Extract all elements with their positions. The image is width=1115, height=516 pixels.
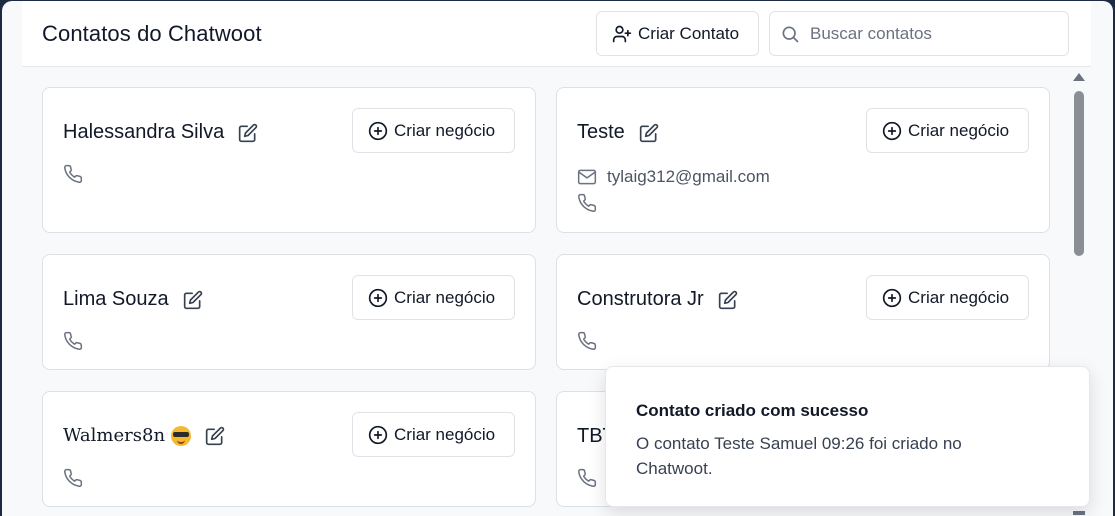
plus-circle-icon: [368, 288, 388, 308]
edit-icon[interactable]: [639, 123, 659, 143]
phone-icon: [577, 331, 597, 351]
create-deal-label: Criar negócio: [394, 424, 496, 444]
contact-name: Halessandra Silva: [63, 121, 225, 143]
contact-name: Construtora Jr: [577, 288, 704, 310]
contact-card: Lima Souza Criar negócio: [42, 254, 536, 370]
contact-name-row: Construtora Jr: [577, 288, 738, 311]
contact-card: Teste Criar negócio tylaig312@gmail.com: [556, 87, 1050, 233]
create-deal-label: Criar negócio: [394, 120, 496, 140]
phone-line: [577, 331, 597, 351]
contact-name-row: Teste: [577, 121, 659, 144]
contact-name-row: Walmers8n: [63, 425, 225, 446]
scroll-down-arrow[interactable]: [1073, 511, 1085, 515]
plus-circle-icon: [368, 425, 388, 445]
phone-line: [577, 468, 597, 488]
phone-line: [63, 164, 83, 184]
phone-icon: [63, 164, 83, 184]
edit-icon[interactable]: [205, 426, 225, 446]
create-deal-label: Criar negócio: [394, 287, 496, 307]
user-plus-icon: [612, 24, 632, 44]
create-deal-button[interactable]: Criar negócio: [866, 108, 1029, 153]
toast-title: Contato criado com sucesso: [636, 401, 869, 420]
phone-line: [577, 193, 597, 213]
edit-icon[interactable]: [183, 290, 203, 310]
phone-line: [63, 331, 83, 351]
edit-icon[interactable]: [718, 290, 738, 310]
contact-card: Construtora Jr Criar negócio: [556, 254, 1050, 370]
search-icon: [780, 24, 800, 44]
phone-line: [63, 468, 83, 488]
contact-card: Halessandra Silva Criar negócio: [42, 87, 536, 233]
create-deal-label: Criar negócio: [908, 120, 1010, 140]
phone-icon: [577, 468, 597, 488]
scrollbar-thumb[interactable]: [1074, 91, 1084, 256]
contact-card: Walmers8n Criar negócio: [42, 391, 536, 507]
create-deal-label: Criar negócio: [908, 287, 1010, 307]
page-title: Contatos do Chatwoot: [42, 21, 262, 46]
header: Contatos do Chatwoot Criar Contato: [22, 1, 1091, 67]
phone-icon: [63, 331, 83, 351]
create-deal-button[interactable]: Criar negócio: [352, 275, 515, 320]
phone-icon: [63, 468, 83, 488]
plus-circle-icon: [368, 121, 388, 141]
search-input[interactable]: [810, 23, 1050, 44]
plus-circle-icon: [882, 121, 902, 141]
create-deal-button[interactable]: Criar negócio: [352, 108, 515, 153]
search-box[interactable]: [769, 11, 1069, 56]
sunglasses-emoji-icon: [171, 425, 192, 446]
success-toast: Contato criado com sucesso O contato Tes…: [605, 366, 1090, 507]
create-contact-button[interactable]: Criar Contato: [596, 11, 759, 56]
email-line: tylaig312@gmail.com: [577, 167, 770, 187]
create-deal-button[interactable]: Criar negócio: [866, 275, 1029, 320]
scroll-up-arrow[interactable]: [1073, 73, 1085, 81]
create-contact-label: Criar Contato: [638, 23, 740, 43]
edit-icon[interactable]: [238, 123, 258, 143]
contact-email[interactable]: tylaig312@gmail.com: [607, 167, 770, 187]
contact-name-row: Lima Souza: [63, 288, 203, 311]
contact-name: Walmers8n: [63, 425, 166, 446]
mail-icon: [577, 167, 597, 187]
toast-message: O contato Teste Samuel 09:26 foi criado …: [636, 434, 962, 478]
contact-name: Teste: [577, 121, 625, 143]
phone-icon: [577, 193, 597, 213]
plus-circle-icon: [882, 288, 902, 308]
contact-name-row: Halessandra Silva: [63, 121, 258, 144]
create-deal-button[interactable]: Criar negócio: [352, 412, 515, 457]
contact-name: Lima Souza: [63, 288, 169, 310]
contacts-panel: Contatos do Chatwoot Criar Contato Hales…: [2, 1, 1113, 516]
